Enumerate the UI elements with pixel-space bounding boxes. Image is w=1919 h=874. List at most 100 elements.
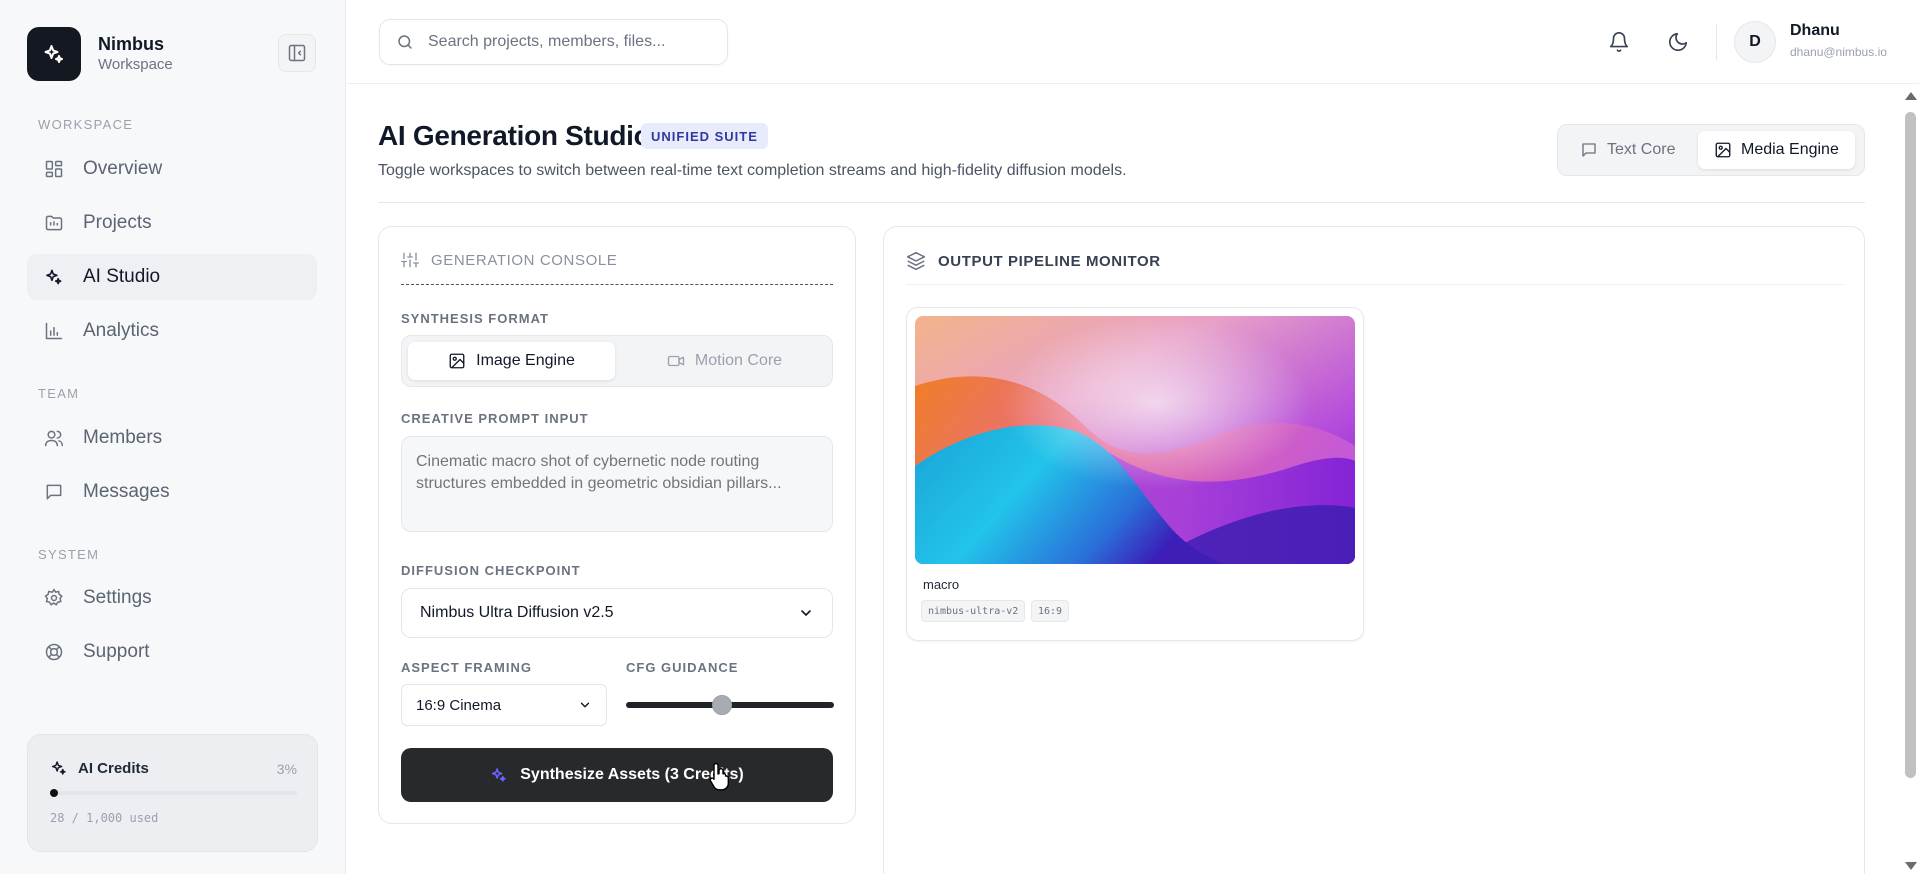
- message-icon: [43, 481, 65, 503]
- aspect-label: ASPECT FRAMING: [401, 660, 532, 675]
- asset-tag: 16:9: [1031, 600, 1070, 622]
- section-label-team: TEAM: [38, 386, 80, 401]
- asset-name: macro: [923, 577, 960, 592]
- cfg-guidance-slider[interactable]: [626, 695, 834, 715]
- section-label-system: SYSTEM: [38, 547, 100, 562]
- sidebar-item-support[interactable]: Support: [27, 629, 317, 675]
- generation-console: GENERATION CONSOLE SYNTHESIS FORMAT Imag…: [378, 226, 856, 824]
- console-title: GENERATION CONSOLE: [431, 251, 618, 269]
- page-scrollbar[interactable]: [1901, 84, 1919, 874]
- asset-card[interactable]: macro nimbus-ultra-v2 16:9: [906, 307, 1364, 641]
- sidebar-item-label: Overview: [83, 158, 163, 179]
- sparkles-icon: [51, 761, 66, 775]
- bell-icon: [1609, 32, 1629, 53]
- credits-percent: 3%: [276, 761, 297, 777]
- sidebar-item-overview[interactable]: Overview: [27, 146, 317, 192]
- aspect-select[interactable]: 16:9 Cinema: [401, 684, 607, 726]
- synthesize-button[interactable]: Synthesize Assets (3 Credits): [401, 748, 833, 802]
- tab-label: Media Engine: [1741, 141, 1839, 158]
- monitor-divider: [906, 284, 1844, 285]
- collapse-sidebar-button[interactable]: [278, 34, 316, 72]
- credits-progress-bar: [50, 789, 297, 797]
- sidebar-item-members[interactable]: Members: [27, 415, 317, 461]
- sidebar-item-label: Members: [83, 427, 163, 448]
- section-label-workspace: WORKSPACE: [38, 117, 134, 132]
- moon-icon: [1668, 32, 1688, 52]
- monitor-title: OUTPUT PIPELINE MONITOR: [938, 252, 1161, 270]
- sidebar-item-settings[interactable]: Settings: [27, 575, 317, 621]
- checkpoint-value: Nimbus Ultra Diffusion v2.5: [420, 604, 614, 621]
- sidebar-item-projects[interactable]: Projects: [27, 200, 317, 246]
- gear-icon: [43, 587, 65, 609]
- ai-credits-card: AI Credits 3% 28 / 1,000 used: [27, 734, 318, 852]
- asset-tag: nimbus-ultra-v2: [921, 600, 1026, 622]
- checkpoint-label: DIFFUSION CHECKPOINT: [401, 563, 581, 578]
- topbar: D Dhanu dhanu@nimbus.io: [347, 0, 1919, 84]
- theme-toggle-button[interactable]: [1664, 28, 1692, 56]
- sliders-icon: [401, 252, 419, 268]
- tab-media-engine[interactable]: Media Engine: [1698, 131, 1855, 169]
- format-label: Motion Core: [694, 352, 783, 369]
- asset-preview-image[interactable]: [915, 316, 1355, 564]
- sidebar-item-label: Messages: [83, 481, 170, 502]
- prompt-input[interactable]: [401, 436, 833, 532]
- format-motion-core-button[interactable]: Motion Core: [621, 342, 828, 380]
- sidebar-item-label: Projects: [83, 212, 152, 233]
- grid-icon: [43, 158, 65, 180]
- panel-left-icon: [288, 44, 306, 62]
- status-badge: UNIFIED SUITE: [641, 123, 768, 149]
- brand-name: Nimbus: [98, 34, 165, 54]
- search-input[interactable]: [428, 33, 718, 51]
- credits-used-text: 28 / 1,000 used: [50, 811, 159, 825]
- header-divider: [378, 202, 1865, 203]
- search-icon: [398, 35, 412, 49]
- image-icon: [1715, 142, 1731, 158]
- slider-thumb[interactable]: [712, 695, 732, 715]
- sidebar-item-messages[interactable]: Messages: [27, 469, 317, 515]
- image-icon: [449, 353, 465, 369]
- checkpoint-select[interactable]: Nimbus Ultra Diffusion v2.5: [401, 588, 833, 638]
- credits-progress-fill: [50, 789, 58, 797]
- sparkles-icon: [492, 768, 506, 782]
- scroll-thumb[interactable]: [1905, 112, 1916, 778]
- console-divider: [401, 284, 833, 285]
- credits-title: AI Credits: [78, 759, 149, 777]
- cfg-label: CFG GUIDANCE: [626, 660, 739, 675]
- video-icon: [667, 355, 685, 367]
- sidebar-item-label: AI Studio: [83, 266, 161, 287]
- search-bar[interactable]: [379, 19, 728, 65]
- sidebar-item-label: Settings: [83, 587, 152, 608]
- user-email: dhanu@nimbus.io: [1790, 45, 1887, 59]
- avatar[interactable]: D: [1734, 21, 1776, 63]
- sidebar-item-analytics[interactable]: Analytics: [27, 308, 317, 354]
- sidebar-item-ai-studio[interactable]: AI Studio: [27, 254, 317, 300]
- scroll-up-arrow-icon[interactable]: [1905, 92, 1917, 100]
- output-pipeline-monitor: OUTPUT PIPELINE MONITOR macro nimbus-ult…: [883, 226, 1865, 874]
- aspect-value: 16:9 Cinema: [416, 696, 502, 714]
- format-image-engine-button[interactable]: Image Engine: [408, 342, 615, 380]
- page-description: Toggle workspaces to switch between real…: [378, 162, 1127, 179]
- synthesis-format-toggle: Image Engine Motion Core: [401, 335, 833, 387]
- user-name: Dhanu: [1790, 22, 1840, 39]
- chevron-down-icon: [801, 610, 811, 616]
- mode-toggle: Text Core Media Engine: [1557, 124, 1865, 176]
- sidebar-item-label: Support: [83, 641, 150, 662]
- sidebar-item-label: Analytics: [83, 320, 160, 341]
- bar-chart-icon: [43, 320, 65, 342]
- brand-logo-icon: [27, 27, 81, 81]
- notifications-button[interactable]: [1605, 28, 1633, 56]
- topbar-divider: [1716, 24, 1717, 60]
- synthesis-format-label: SYNTHESIS FORMAT: [401, 311, 549, 326]
- sparkles-icon: [43, 266, 65, 288]
- tab-text-core[interactable]: Text Core: [1564, 131, 1691, 169]
- lifebuoy-icon: [43, 641, 65, 663]
- message-icon: [1582, 143, 1596, 157]
- users-icon: [43, 427, 65, 449]
- hand-cursor-icon: [709, 762, 729, 791]
- scroll-down-arrow-icon[interactable]: [1905, 862, 1917, 870]
- brand[interactable]: Nimbus Workspace: [27, 27, 173, 81]
- layers-icon: [906, 251, 926, 271]
- page-title: AI Generation Studio: [378, 120, 651, 151]
- tab-label: Text Core: [1607, 141, 1676, 158]
- format-label: Image Engine: [476, 352, 575, 369]
